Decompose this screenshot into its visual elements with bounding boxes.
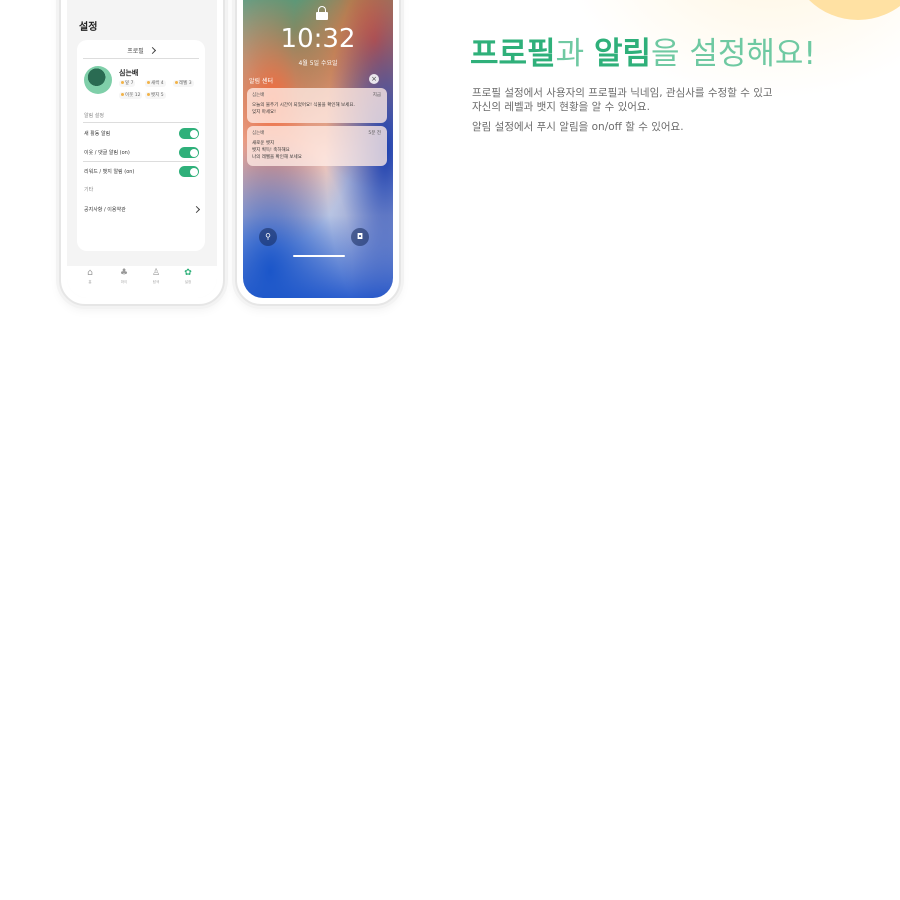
notification-text: 뱃지 획득! 축하해요 xyxy=(252,148,290,153)
notification-center-label: 알림 센터 xyxy=(249,78,273,85)
notification-card[interactable]: 심는배 지금 오늘의 물주기 시간이 되었어요! 식물을 확인해 보세요. 잊지… xyxy=(247,88,387,123)
notification-text: 나의 레벨을 확인해 보세요 xyxy=(252,155,302,160)
notification-card[interactable]: 심는배 5분 전 새로운 뱃지 뱃지 획득! 축하해요 나의 레벨을 확인해 보… xyxy=(247,126,387,166)
flashlight-icon[interactable]: ⚲ xyxy=(259,228,277,246)
lock-icon-body xyxy=(316,12,328,20)
chevron-right-icon xyxy=(148,46,156,55)
headline-notification: 알림 xyxy=(593,36,651,72)
notification-app: 심는배 xyxy=(252,131,265,136)
badge-chip: 레벨 3 xyxy=(173,80,194,87)
page: 설정 프로필 심는배 잎 7 새싹 4 레벨 3 이웃 12 뱃지 5 알림 설… xyxy=(0,0,900,900)
chip-label: 레벨 3 xyxy=(179,81,192,86)
phone-lockscreen: 10:32 4월 5일 수요일 알림 센터 × 심는배 지금 오늘의 물주기 시… xyxy=(235,0,401,306)
tab-my[interactable]: ♣ 마이 xyxy=(109,268,139,285)
plant-icon: ♣ xyxy=(119,268,129,278)
divider xyxy=(83,122,199,123)
settings-icon: ✿ xyxy=(184,268,192,278)
chip-label: 뱃지 5 xyxy=(151,93,164,98)
setting-row-label: 리워드 / 뱃지 알림 (on) xyxy=(84,169,135,175)
tab-label: 마이 xyxy=(120,280,128,284)
settings-screen: 설정 프로필 심는배 잎 7 새싹 4 레벨 3 이웃 12 뱃지 5 알림 설… xyxy=(67,0,217,298)
description-line: 프로필 설정에서 사용자의 프로필과 닉네임, 관심사를 수정할 수 있고 xyxy=(472,87,773,99)
avatar[interactable] xyxy=(84,66,112,94)
setting-row-label: 새 활동 알림 xyxy=(84,131,111,137)
section-etc: 기타 xyxy=(84,187,94,193)
chip-label: 잎 7 xyxy=(125,81,134,86)
home-indicator xyxy=(293,255,345,257)
headline: 프로필과 알림을 설정해요! xyxy=(470,36,816,72)
notification-text: 잊지 마세요! xyxy=(252,110,276,115)
badge-chip: 새싹 4 xyxy=(145,80,166,87)
profile-name: 심는배 xyxy=(119,69,139,77)
home-icon: ⌂ xyxy=(87,268,93,278)
notification-app: 심는배 xyxy=(252,93,265,98)
camera-icon[interactable]: ◘ xyxy=(351,228,369,246)
tab-explore[interactable]: ♙ 탐색 xyxy=(141,268,171,285)
headline-tail: 을 설정해요! xyxy=(650,36,816,72)
lock-time: 10:32 xyxy=(280,24,356,54)
dot-icon xyxy=(175,81,178,84)
setting-row-label: 이웃 / 댓글 알림 (on) xyxy=(84,150,130,156)
tab-home[interactable]: ⌂ 홈 xyxy=(75,268,105,285)
badge-chip: 이웃 12 xyxy=(119,92,143,99)
settings-card: 프로필 심는배 잎 7 새싹 4 레벨 3 이웃 12 뱃지 5 알림 설정 새… xyxy=(77,40,205,251)
basket-icon: ♙ xyxy=(151,268,161,278)
settings-title: 설정 xyxy=(79,22,98,33)
dot-icon xyxy=(147,93,150,96)
toggle-switch[interactable] xyxy=(179,147,199,158)
dot-icon xyxy=(121,81,124,84)
dot-icon xyxy=(121,93,124,96)
divider xyxy=(83,58,199,59)
chip-label: 새싹 4 xyxy=(151,81,164,86)
close-icon[interactable]: × xyxy=(369,74,379,84)
notification-text: 새로운 뱃지 xyxy=(252,141,275,146)
tab-bar: ⌂ 홈 ♣ 마이 ♙ 탐색 ✿ 설정 xyxy=(67,266,217,298)
toggle-switch[interactable] xyxy=(179,128,199,139)
notification-time: 5분 전 xyxy=(368,131,381,136)
tab-label: 설정 xyxy=(184,280,192,284)
lock-screen: 10:32 4월 5일 수요일 알림 센터 × 심는배 지금 오늘의 물주기 시… xyxy=(243,0,393,298)
lock-date: 4월 5일 수요일 xyxy=(298,60,338,67)
chevron-right-icon xyxy=(192,205,201,214)
notification-time: 지금 xyxy=(372,93,381,98)
description-line: 알림 설정에서 푸시 알림을 on/off 할 수 있어요. xyxy=(472,121,684,133)
toggle-switch[interactable] xyxy=(179,166,199,177)
tab-label: 홈 xyxy=(88,280,92,284)
tab-settings[interactable]: ✿ 설정 xyxy=(173,268,203,285)
profile-header-label: 프로필 xyxy=(127,48,144,55)
divider xyxy=(83,161,199,162)
chip-label: 이웃 12 xyxy=(125,93,141,98)
headline-profile: 프로필 xyxy=(470,36,556,72)
etc-row-label[interactable]: 공지사항 / 이용약관 xyxy=(84,206,126,213)
badge-chip: 뱃지 5 xyxy=(145,92,166,99)
headline-and: 과 xyxy=(555,36,594,72)
badge-chip: 잎 7 xyxy=(119,80,136,87)
phone-settings: 설정 프로필 심는배 잎 7 새싹 4 레벨 3 이웃 12 뱃지 5 알림 설… xyxy=(59,0,225,306)
notification-text: 오늘의 물주기 시간이 되었어요! 식물을 확인해 보세요. xyxy=(252,103,355,108)
description-line: 자신의 레벨과 뱃지 현황을 알 수 있어요. xyxy=(472,101,650,113)
tab-label: 탐색 xyxy=(152,280,160,284)
section-notifications: 알림 설정 xyxy=(84,113,104,119)
profile-header[interactable]: 프로필 xyxy=(77,46,205,55)
dot-icon xyxy=(147,81,150,84)
